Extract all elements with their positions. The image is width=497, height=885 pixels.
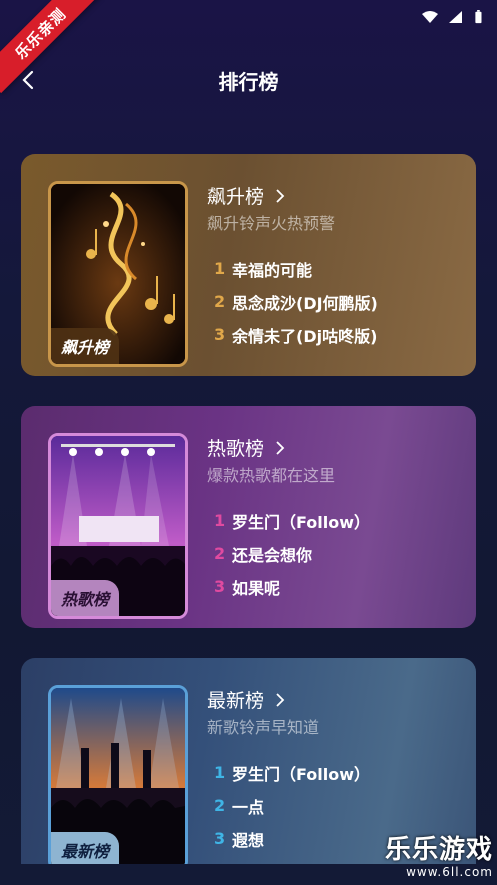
song-name: 一点	[232, 797, 265, 817]
rank-number: 3	[214, 577, 226, 596]
card-title-row[interactable]: 最新榜	[207, 686, 286, 713]
page-header: 排行榜	[0, 58, 497, 102]
watermark-url: www.6ll.com	[406, 865, 493, 879]
rank-item[interactable]: 1 罗生门（Follow）	[214, 756, 370, 789]
chart-card-newest[interactable]: 最新榜 最新榜 新歌铃声早知道 1 罗生门（Follow） 2 一点 3 遐想	[21, 658, 476, 864]
chart-card-soaring[interactable]: 飙升榜 飙升榜 飙升铃声火热预警 1 幸福的可能 2 思念成沙(DJ何鹏版) 3…	[21, 154, 476, 376]
rank-item[interactable]: 2 一点	[214, 789, 370, 822]
rank-number: 3	[214, 829, 226, 848]
rank-list: 1 罗生门（Follow） 2 还是会想你 3 如果呢	[214, 504, 370, 603]
song-name: 如果呢	[232, 578, 281, 598]
rank-list: 1 罗生门（Follow） 2 一点 3 遐想	[214, 756, 370, 855]
rank-number: 2	[214, 292, 226, 311]
card-title-row[interactable]: 飙升榜	[207, 182, 286, 209]
chart-cover-image: 热歌榜	[48, 433, 188, 619]
card-title: 热歌榜	[207, 438, 265, 460]
chevron-right-icon	[276, 440, 285, 455]
song-name: 罗生门（Follow）	[232, 512, 371, 532]
rank-item[interactable]: 2 思念成沙(DJ何鹏版)	[214, 285, 378, 318]
song-name: 幸福的可能	[232, 260, 313, 280]
battery-icon	[475, 10, 482, 24]
card-title-row[interactable]: 热歌榜	[207, 434, 286, 461]
card-title: 最新榜	[207, 690, 265, 712]
cover-label: 热歌榜	[51, 580, 120, 616]
rank-number: 1	[214, 763, 226, 782]
song-name: 罗生门（Follow）	[232, 764, 371, 784]
song-name: 还是会想你	[232, 545, 313, 565]
watermark-title: 乐乐游戏	[384, 835, 493, 865]
signal-icon	[449, 11, 462, 23]
chart-card-hot[interactable]: 热歌榜 热歌榜 爆款热歌都在这里 1 罗生门（Follow） 2 还是会想你 3…	[21, 406, 476, 628]
cover-label: 飙升榜	[51, 328, 120, 364]
rank-number: 3	[214, 325, 226, 344]
song-name: 余情未了(Dj咕咚版)	[232, 326, 378, 346]
wifi-icon	[422, 11, 438, 23]
chart-cover-image: 飙升榜	[48, 181, 188, 367]
site-watermark: 乐乐游戏 www.6ll.com	[375, 835, 493, 881]
rank-item[interactable]: 3 遐想	[214, 822, 370, 855]
chevron-right-icon	[276, 188, 285, 203]
page-title: 排行榜	[218, 69, 279, 94]
song-name: 思念成沙(DJ何鹏版)	[232, 293, 378, 313]
chart-cover-image: 最新榜	[48, 685, 188, 864]
rank-item[interactable]: 3 余情未了(Dj咕咚版)	[214, 318, 378, 351]
rank-item[interactable]: 1 罗生门（Follow）	[214, 504, 370, 537]
rank-item[interactable]: 1 幸福的可能	[214, 252, 378, 285]
song-name: 遐想	[232, 830, 265, 850]
rank-list: 1 幸福的可能 2 思念成沙(DJ何鹏版) 3 余情未了(Dj咕咚版)	[214, 252, 378, 351]
chevron-left-icon	[22, 70, 34, 90]
rank-number: 2	[214, 544, 226, 563]
chevron-right-icon	[276, 692, 285, 707]
card-subtitle: 飙升铃声火热预警	[207, 214, 336, 233]
rank-item[interactable]: 2 还是会想你	[214, 537, 370, 570]
rank-number: 1	[214, 259, 226, 278]
cover-label: 最新榜	[51, 832, 120, 864]
rank-number: 1	[214, 511, 226, 530]
card-title: 飙升榜	[207, 186, 265, 208]
rank-item[interactable]: 3 如果呢	[214, 570, 370, 603]
card-subtitle: 爆款热歌都在这里	[207, 466, 336, 485]
card-subtitle: 新歌铃声早知道	[207, 718, 320, 737]
rank-number: 2	[214, 796, 226, 815]
